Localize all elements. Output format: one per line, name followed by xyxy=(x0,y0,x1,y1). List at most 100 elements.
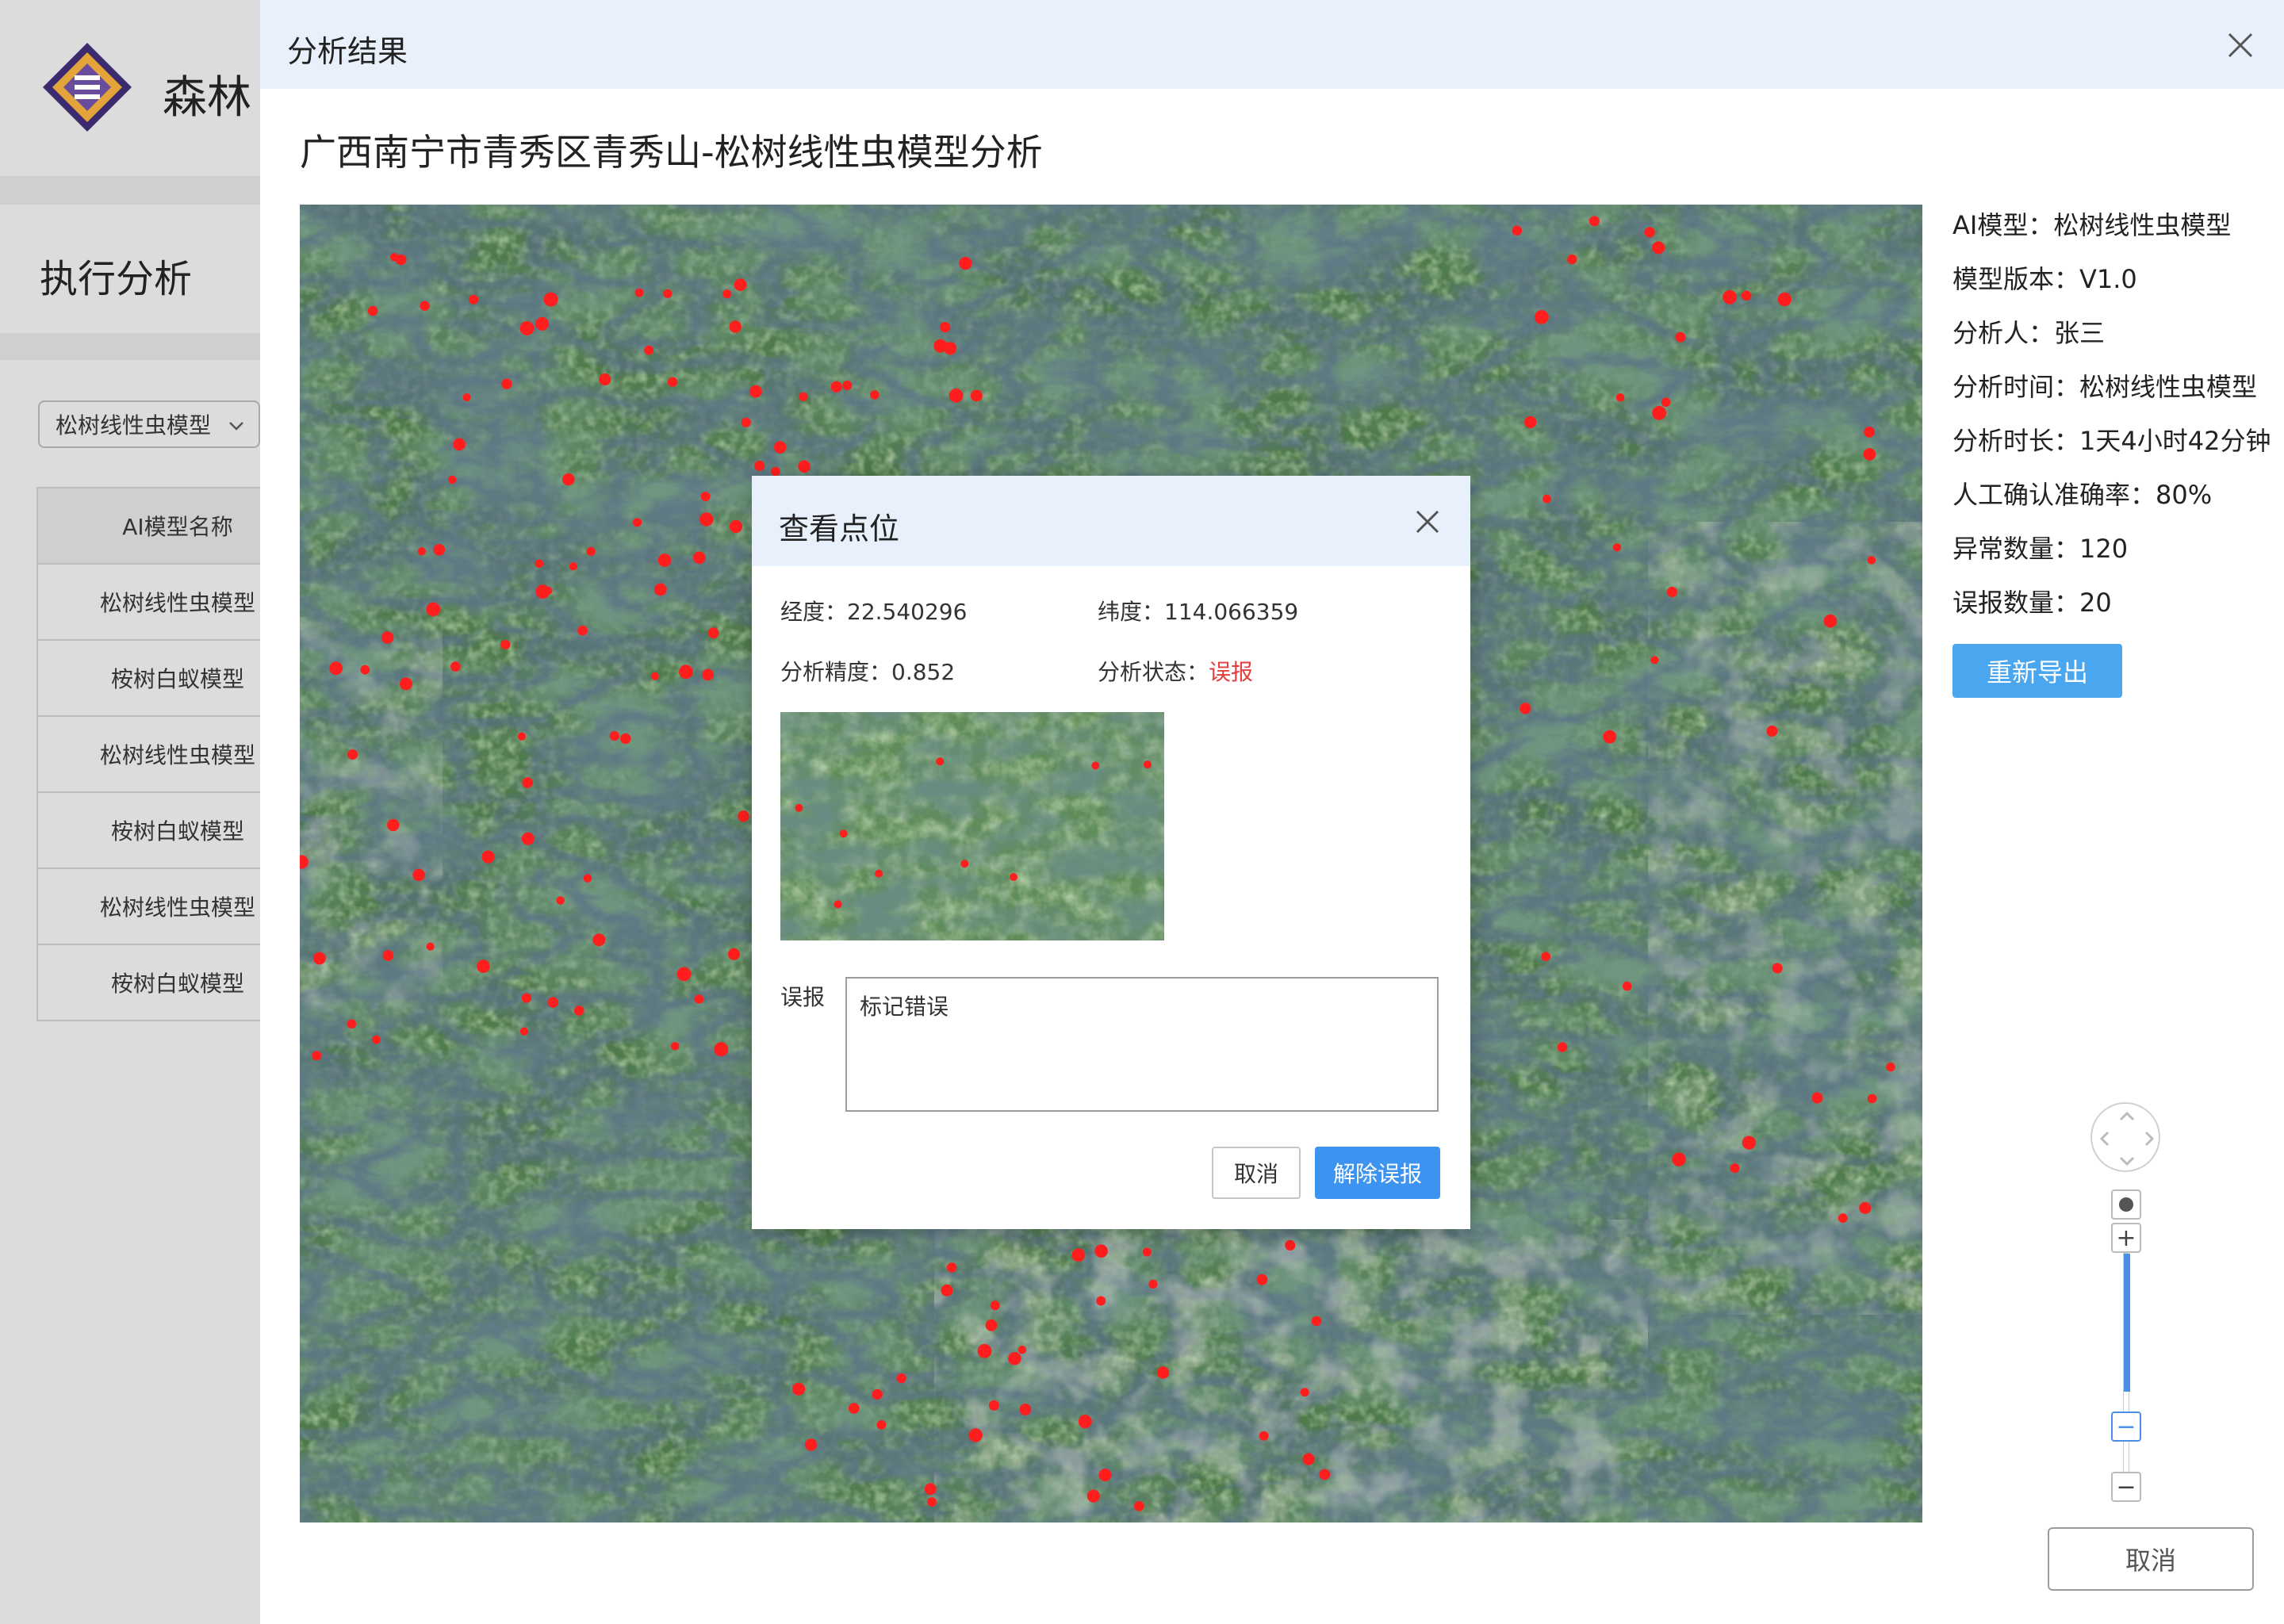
anomaly-marker[interactable] xyxy=(1142,1247,1152,1257)
compass-pan-control[interactable] xyxy=(2090,1102,2160,1172)
anomaly-marker[interactable] xyxy=(707,627,719,639)
anomaly-marker[interactable] xyxy=(729,320,742,333)
anomaly-marker[interactable] xyxy=(1672,1152,1686,1166)
anomaly-marker[interactable] xyxy=(329,661,343,676)
anomaly-marker[interactable] xyxy=(347,1019,357,1028)
anomaly-marker[interactable] xyxy=(535,316,550,331)
anomaly-marker[interactable] xyxy=(1567,254,1577,265)
anomaly-marker[interactable] xyxy=(734,278,747,292)
anomaly-marker[interactable] xyxy=(517,732,526,741)
anomaly-marker[interactable] xyxy=(395,254,407,266)
anomaly-marker[interactable] xyxy=(1622,981,1632,991)
close-icon[interactable] xyxy=(1415,509,1440,534)
anomaly-marker[interactable] xyxy=(700,492,711,502)
anomaly-marker[interactable] xyxy=(941,1284,953,1297)
anomaly-marker[interactable] xyxy=(1867,556,1876,565)
anomaly-marker[interactable] xyxy=(714,1042,729,1057)
anomaly-marker[interactable] xyxy=(556,896,565,905)
anomaly-marker[interactable] xyxy=(448,475,457,485)
anomaly-marker[interactable] xyxy=(1723,289,1737,304)
anomaly-marker[interactable] xyxy=(450,661,461,672)
anomaly-marker[interactable] xyxy=(1863,448,1876,461)
anomaly-marker[interactable] xyxy=(927,1497,937,1507)
anomaly-marker[interactable] xyxy=(667,377,678,387)
anomaly-marker[interactable] xyxy=(313,952,326,965)
anomaly-marker[interactable] xyxy=(977,1343,992,1358)
close-icon[interactable] xyxy=(2227,32,2254,59)
anomaly-marker[interactable] xyxy=(426,602,441,617)
anomaly-marker[interactable] xyxy=(663,289,673,298)
anomaly-marker[interactable] xyxy=(798,460,811,473)
anomaly-marker[interactable] xyxy=(1811,1092,1823,1104)
anomaly-marker[interactable] xyxy=(469,294,479,304)
anomaly-marker[interactable] xyxy=(543,292,558,307)
anomaly-marker[interactable] xyxy=(400,677,412,691)
anomaly-marker[interactable] xyxy=(1071,1248,1086,1262)
anomaly-marker[interactable] xyxy=(1256,1274,1268,1285)
anomaly-marker[interactable] xyxy=(620,733,631,745)
anomaly-marker[interactable] xyxy=(387,818,400,832)
anomaly-marker[interactable] xyxy=(924,1483,937,1496)
anomaly-marker[interactable] xyxy=(754,460,765,471)
anomaly-marker[interactable] xyxy=(1588,216,1600,227)
anomaly-marker[interactable] xyxy=(481,850,495,864)
anomaly-marker[interactable] xyxy=(1512,225,1523,236)
zoom-out-button[interactable]: − xyxy=(2111,1472,2141,1502)
anomaly-marker[interactable] xyxy=(1867,1094,1877,1104)
anomaly-marker[interactable] xyxy=(347,749,358,760)
anomaly-marker[interactable] xyxy=(1096,1296,1106,1306)
zoom-in-button[interactable]: + xyxy=(2111,1223,2141,1253)
anomaly-marker[interactable] xyxy=(586,546,596,556)
anomaly-marker[interactable] xyxy=(1644,227,1655,238)
clear-false-report-button[interactable]: 解除误报 xyxy=(1315,1147,1440,1199)
anomaly-marker[interactable] xyxy=(412,868,425,882)
anomaly-marker[interactable] xyxy=(741,417,751,427)
anomaly-marker[interactable] xyxy=(1134,1501,1144,1511)
anomaly-marker[interactable] xyxy=(1650,656,1659,665)
anomaly-marker[interactable] xyxy=(477,959,490,973)
anomaly-marker[interactable] xyxy=(842,381,853,390)
anomaly-marker[interactable] xyxy=(1300,1388,1309,1397)
anomaly-marker[interactable] xyxy=(896,1373,906,1384)
anomaly-marker[interactable] xyxy=(694,994,704,1004)
model-select[interactable]: 松树线性虫模型 xyxy=(38,400,260,448)
anomaly-marker[interactable] xyxy=(1675,331,1686,343)
anomaly-marker[interactable] xyxy=(519,1027,529,1036)
anomaly-marker[interactable] xyxy=(657,553,672,567)
anomaly-marker[interactable] xyxy=(1535,310,1549,324)
anomaly-marker[interactable] xyxy=(1285,1239,1296,1251)
zoom-slider-handle[interactable]: − xyxy=(2111,1411,2141,1442)
anomaly-marker[interactable] xyxy=(805,1438,818,1451)
anomaly-marker[interactable] xyxy=(382,950,394,961)
anomaly-marker[interactable] xyxy=(944,342,957,355)
anomaly-marker[interactable] xyxy=(699,512,714,527)
anomaly-marker[interactable] xyxy=(312,1051,322,1061)
anomaly-marker[interactable] xyxy=(360,665,370,675)
anomaly-marker[interactable] xyxy=(727,948,740,960)
anomaly-marker[interactable] xyxy=(774,441,787,454)
anomaly-marker[interactable] xyxy=(417,547,426,556)
zoom-slider[interactable] xyxy=(2123,1253,2130,1483)
anomaly-marker[interactable] xyxy=(1557,1042,1568,1052)
anomaly-marker[interactable] xyxy=(1259,1431,1269,1441)
anomaly-marker[interactable] xyxy=(653,583,667,596)
anomaly-marker[interactable] xyxy=(849,1403,860,1414)
anomaly-marker[interactable] xyxy=(372,1035,381,1044)
anomaly-marker[interactable] xyxy=(367,305,378,316)
anomaly-marker[interactable] xyxy=(870,390,879,400)
anomaly-marker[interactable] xyxy=(453,438,466,451)
anomaly-marker[interactable] xyxy=(985,1319,998,1331)
anomaly-marker[interactable] xyxy=(968,1428,983,1442)
anomaly-marker[interactable] xyxy=(1541,952,1550,961)
anomaly-marker[interactable] xyxy=(381,631,394,644)
anomaly-marker[interactable] xyxy=(799,392,808,401)
anomaly-marker[interactable] xyxy=(599,373,611,386)
anomaly-marker[interactable] xyxy=(1859,1201,1872,1214)
anomaly-marker[interactable] xyxy=(1652,241,1665,255)
anomaly-marker[interactable] xyxy=(592,933,606,947)
anomaly-marker[interactable] xyxy=(1311,1316,1322,1327)
anomaly-marker[interactable] xyxy=(946,1262,957,1273)
reset-view-button[interactable] xyxy=(2111,1189,2141,1220)
anomaly-marker[interactable] xyxy=(574,1005,584,1016)
anomaly-marker[interactable] xyxy=(1661,397,1671,408)
